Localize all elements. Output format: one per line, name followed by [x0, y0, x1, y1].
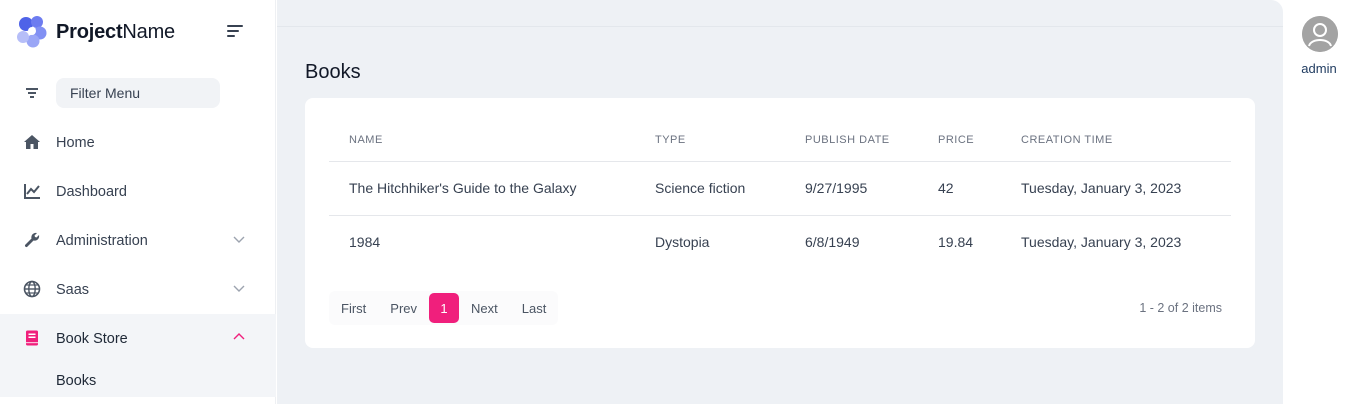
sidebar: ProjectName Home [0, 0, 276, 404]
column-header-publish-date[interactable]: PUBLISH DATE [785, 120, 918, 162]
sidebar-item-label: Dashboard [56, 183, 127, 200]
filter-menu-input[interactable] [56, 78, 220, 108]
brand-name: ProjectName [56, 20, 175, 43]
pager-first-button[interactable]: First [329, 293, 378, 323]
pagination: First Prev 1 Next Last [329, 291, 559, 325]
cell-price: 19.84 [938, 234, 974, 251]
column-header-creation-time[interactable]: CREATION TIME [1001, 120, 1231, 162]
user-icon [1302, 16, 1338, 52]
books-card: NAME TYPE PUBLISH DATE PRICE CREATION TI… [305, 98, 1255, 348]
avatar[interactable] [1302, 16, 1338, 52]
book-icon [26, 330, 38, 346]
cell-price: 42 [918, 161, 1001, 216]
books-table: NAME TYPE PUBLISH DATE PRICE CREATION TI… [329, 120, 1231, 269]
app-root: ProjectName Home [0, 0, 1355, 404]
sidebar-item-home[interactable]: Home [0, 118, 276, 167]
cell-creation-time: Tuesday, January 3, 2023 [1001, 161, 1231, 216]
cell-type: Dystopia [655, 234, 710, 251]
table-row[interactable]: The Hitchhiker's Guide to the Galaxy Sci… [329, 161, 1231, 216]
menu-filter [0, 78, 276, 108]
sidebar-item-label: Saas [56, 281, 90, 298]
sidebar-subitem-books[interactable]: Books [0, 363, 276, 397]
page-title: Books [305, 61, 361, 83]
sidebar-menu: Home Dashboard Administration Saas Book … [0, 118, 276, 397]
user-name[interactable]: admin [1283, 61, 1355, 76]
brand-logo-icon [17, 16, 47, 48]
cell-type: Science fiction [635, 161, 785, 216]
cell-name: The Hitchhiker's Guide to the Galaxy [329, 161, 635, 216]
pager-next-button[interactable]: Next [459, 293, 510, 323]
chevron-up-icon [233, 333, 245, 340]
chevron-down-icon [233, 285, 245, 292]
pager-prev-button[interactable]: Prev [378, 293, 429, 323]
column-header-type[interactable]: TYPE [635, 120, 785, 162]
sidebar-item-label: Home [56, 134, 95, 151]
sidebar-item-administration[interactable]: Administration [0, 216, 276, 265]
sidebar-item-saas[interactable]: Saas [0, 265, 276, 314]
main-content: Books NAME TYPE PUBLISH DATE PRICE CREAT… [277, 0, 1283, 404]
sidebar-item-label: Book Store [56, 330, 128, 347]
pager-info: 1 - 2 of 2 items [1139, 301, 1222, 315]
sidebar-item-label: Administration [56, 232, 148, 249]
table-header-row: NAME TYPE PUBLISH DATE PRICE CREATION TI… [329, 120, 1231, 162]
chevron-down-icon [233, 236, 245, 243]
cell-publish-date: 9/27/1995 [785, 161, 918, 216]
brand[interactable]: ProjectName [16, 14, 175, 50]
menu-collapse-icon[interactable] [224, 22, 246, 40]
sidebar-subitem-label: Books [56, 373, 97, 389]
wrench-icon [24, 232, 40, 248]
chart-line-icon [24, 184, 40, 199]
sidebar-item-book-store[interactable]: Book Store [0, 314, 276, 363]
filter-icon [24, 86, 40, 100]
sidebar-item-dashboard[interactable]: Dashboard [0, 167, 276, 216]
cell-publish-date: 6/8/1949 [805, 234, 860, 251]
home-icon [24, 135, 40, 149]
globe-icon [23, 280, 41, 298]
table-row[interactable]: 1984 Dystopia 6/8/1949 19.84 Tuesday, Ja… [329, 215, 1231, 269]
pager-last-button[interactable]: Last [510, 293, 559, 323]
column-header-price[interactable]: PRICE [918, 120, 1001, 162]
cell-name: 1984 [349, 234, 381, 251]
column-header-name[interactable]: NAME [329, 120, 635, 162]
cell-creation-time: Tuesday, January 3, 2023 [1021, 234, 1182, 251]
top-strip [277, 0, 1283, 27]
pager-page-current[interactable]: 1 [429, 293, 460, 323]
user-panel: admin [1283, 0, 1355, 404]
